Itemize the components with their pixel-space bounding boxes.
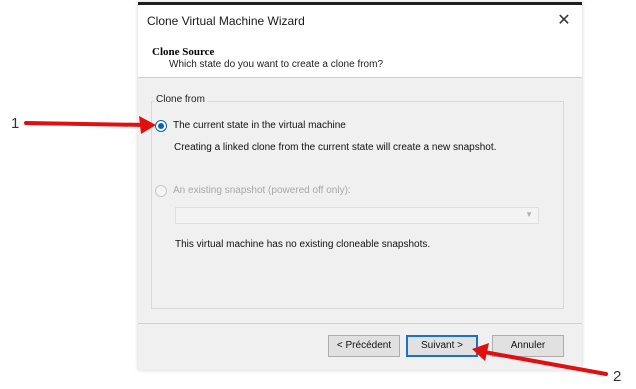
annotation-arrowhead-2 [472, 343, 489, 361]
annotation-marker-2: 2 [613, 368, 622, 385]
annotation-marker-1: 1 [11, 115, 20, 132]
annotation-arrow-1 [24, 121, 148, 127]
annotation-arrows [24, 116, 608, 376]
annotation-arrowhead-1 [139, 116, 156, 134]
annotation-arrow-2 [482, 350, 608, 376]
